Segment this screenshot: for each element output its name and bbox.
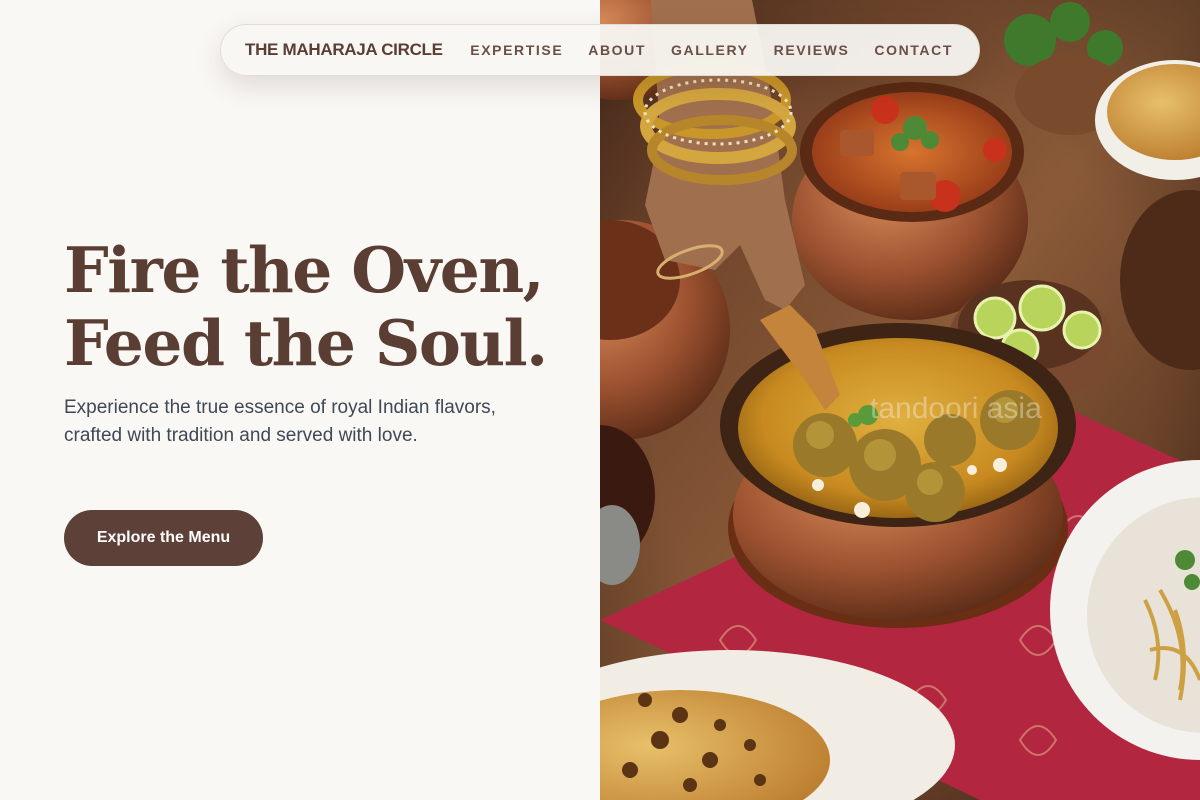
nav-link-reviews[interactable]: REVIEWS [774, 42, 850, 58]
brand-logo-link[interactable]: THE MAHARAJA CIRCLE [245, 40, 443, 60]
hero-heading: Fire the Oven, Feed the Soul. [64, 233, 548, 380]
nav-link-gallery[interactable]: GALLERY [671, 42, 749, 58]
nav-link-expertise[interactable]: EXPERTISE [470, 42, 563, 58]
food-photo-illustration: tandoori asia [600, 0, 1200, 800]
top-nav-bar: THE MAHARAJA CIRCLE EXPERTISE ABOUT GALL… [220, 24, 980, 76]
nav-link-about[interactable]: ABOUT [588, 42, 646, 58]
hero-food-photo: tandoori asia [600, 0, 1200, 800]
hero-heading-line-1: Fire the Oven, [64, 233, 545, 307]
nav-link-contact[interactable]: CONTACT [874, 42, 953, 58]
hero-subtext: Experience the true essence of royal Ind… [64, 397, 496, 446]
explore-menu-button[interactable]: Explore the Menu [64, 510, 263, 566]
hero-heading-line-2: Feed the Soul. [64, 306, 548, 380]
watermark-text: tandoori asia [870, 392, 1042, 425]
nav-links: EXPERTISE ABOUT GALLERY REVIEWS CONTACT [470, 42, 953, 58]
